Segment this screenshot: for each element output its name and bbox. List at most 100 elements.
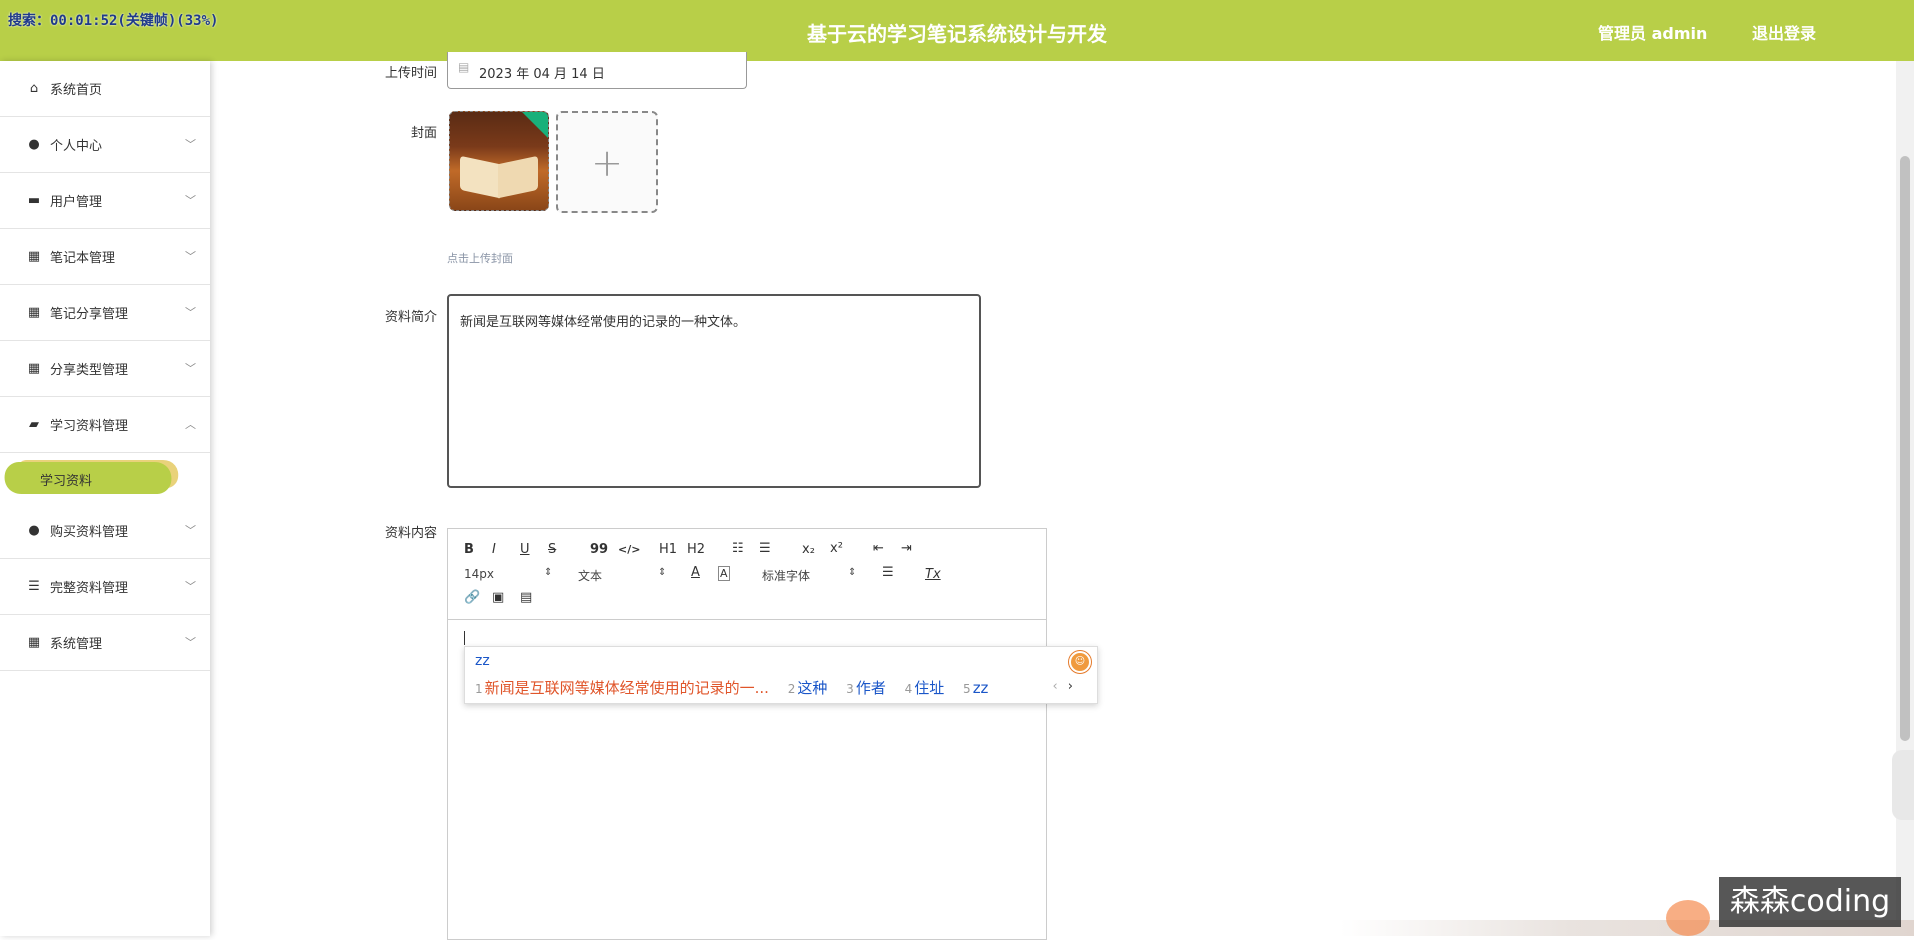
sidebar-item-label: 系统管理: [50, 637, 103, 652]
upload-time-input[interactable]: ▤ 2023 年 04 月 14 日: [447, 52, 747, 89]
sidebar-item-system-management[interactable]: ▦ 系统管理 ﹀: [0, 615, 210, 671]
font-family-select[interactable]: 标准字体 ⇕: [762, 567, 856, 584]
ime-candidate[interactable]: 3 作者: [846, 679, 886, 697]
summary-textarea[interactable]: 新闻是互联网等媒体经常使用的记录的一种文体。: [447, 294, 981, 488]
image-icon[interactable]: ▣: [492, 590, 504, 605]
sidebar-item-label: 个人中心: [50, 139, 103, 154]
video-icon[interactable]: ▤: [520, 590, 532, 605]
plus-icon: +: [591, 141, 623, 185]
code-block-button[interactable]: </>: [618, 543, 640, 556]
sidebar-item-label: 笔记分享管理: [50, 307, 129, 322]
outdent-icon[interactable]: ⇤: [873, 541, 884, 556]
sidebar-item-full-material-management[interactable]: ☰ 完整资料管理 ﹀: [0, 559, 210, 615]
briefcase-icon: ▬: [27, 193, 41, 208]
ime-candidate[interactable]: 2 这种: [788, 679, 828, 697]
summary-label: 资料简介: [384, 310, 437, 325]
align-icon[interactable]: ☰: [882, 565, 894, 580]
bullet-list-icon[interactable]: ☰: [759, 541, 771, 556]
sidebar-item-notebook-management[interactable]: ▦ 笔记本管理 ﹀: [0, 229, 210, 285]
user-icon: ●: [28, 523, 40, 538]
sidebar-item-share-type-management[interactable]: ▦ 分享类型管理 ﹀: [0, 341, 210, 397]
chevron-down-icon: ﹀: [185, 362, 196, 375]
sidebar-item-label: 用户管理: [50, 195, 103, 210]
sidebar-item-user-management[interactable]: ▬ 用户管理 ﹀: [0, 173, 210, 229]
upload-time-label: 上传时间: [384, 66, 437, 81]
chevron-down-icon: ﹀: [185, 580, 196, 593]
ime-composition: zz: [475, 653, 490, 669]
clear-format-button[interactable]: Tx: [925, 567, 941, 582]
cover-thumbnail[interactable]: [449, 111, 549, 211]
sidebar-item-label: 系统首页: [50, 83, 103, 98]
heading-2-button[interactable]: H2: [687, 542, 705, 557]
sidebar-item-label: 学习资料管理: [50, 419, 129, 434]
underline-button[interactable]: U: [520, 542, 530, 557]
grid-icon: ▦: [27, 305, 41, 320]
scrollbar-thumb[interactable]: [1900, 156, 1910, 741]
sidebar: ⌂ 系统首页 ● 个人中心 ﹀ ▬ 用户管理 ﹀ ▦ 笔记本管理 ﹀ ▦ 笔记分…: [0, 61, 210, 936]
top-bar: 搜索：00:01:52(关键帧)(33%) 基于云的学习笔记系统设计与开发 管理…: [0, 0, 1914, 61]
grid-icon: ▦: [27, 249, 41, 264]
ime-candidates: 1 新闻是互联网等媒体经常使用的记录的一... 2 这种 3 作者 4 住址 5 zz: [475, 677, 1002, 698]
ime-logo-icon: ☺: [1069, 651, 1091, 673]
sidebar-item-label: 笔记本管理: [50, 251, 116, 266]
chevron-up-icon: ︿: [185, 418, 196, 431]
text-format-select[interactable]: 文本 ⇕: [578, 567, 666, 584]
font-color-icon[interactable]: A: [691, 565, 700, 580]
bold-button[interactable]: B: [464, 542, 474, 557]
upload-time-value: 2023 年 04 月 14 日: [479, 67, 605, 82]
select-arrows-icon: ⇕: [658, 567, 667, 578]
sidebar-item-purchase-material-management[interactable]: ● 购买资料管理 ﹀: [0, 503, 210, 559]
watermark: 森森coding: [1719, 877, 1901, 927]
sidebar-subitem-label: 学习资料: [40, 474, 93, 489]
chevron-down-icon: ﹀: [185, 306, 196, 319]
indent-icon[interactable]: ⇥: [901, 541, 912, 556]
italic-button[interactable]: I: [492, 542, 496, 557]
heading-1-button[interactable]: H1: [659, 542, 677, 557]
sidebar-item-personal-center[interactable]: ● 个人中心 ﹀: [0, 117, 210, 173]
sidebar-item-label: 完整资料管理: [50, 581, 129, 596]
superscript-button[interactable]: x²: [830, 541, 843, 556]
user-icon: ●: [28, 137, 40, 152]
subscript-button[interactable]: x₂: [802, 542, 815, 557]
ime-candidate[interactable]: 1 新闻是互联网等媒体经常使用的记录的一...: [475, 679, 769, 697]
rich-text-editor: B I U S 99 </> H1 H2 ☷ ☰ x₂ x² ⇤ ⇥ 14px …: [447, 528, 1047, 940]
ordered-list-icon[interactable]: ☷: [732, 541, 744, 556]
list-icon: ☰: [28, 579, 40, 594]
uploaded-badge-icon: [522, 112, 548, 138]
cover-upload-button[interactable]: +: [556, 111, 658, 213]
ime-candidate[interactable]: 4 住址: [905, 679, 945, 697]
select-arrows-icon: ⇕: [544, 567, 553, 578]
content-label: 资料内容: [384, 526, 437, 541]
chevron-down-icon: ﹀: [185, 250, 196, 263]
sidebar-item-note-share-management[interactable]: ▦ 笔记分享管理 ﹀: [0, 285, 210, 341]
chevron-down-icon: ﹀: [185, 194, 196, 207]
calendar-icon: ▤: [458, 60, 470, 74]
text-caret: [464, 631, 465, 645]
cover-upload-hint: 点击上传封面: [447, 252, 513, 265]
sidebar-subitem-study-material[interactable]: 学习资料: [0, 453, 210, 503]
sidebar-item-study-material-management[interactable]: ▰ 学习资料管理 ︿: [0, 397, 210, 453]
folder-icon: ▰: [29, 417, 39, 432]
chevron-down-icon: ﹀: [185, 138, 196, 151]
sidebar-item-label: 购买资料管理: [50, 525, 129, 540]
side-edge-handle: [1892, 750, 1914, 820]
grid-icon: ▦: [27, 635, 41, 650]
sidebar-item-home[interactable]: ⌂ 系统首页: [0, 61, 210, 117]
ime-candidate[interactable]: 5 zz: [963, 679, 988, 697]
link-icon[interactable]: 🔗: [464, 590, 480, 605]
logout-link[interactable]: 退出登录: [1752, 20, 1816, 44]
chevron-down-icon: ﹀: [185, 636, 196, 649]
background-color-icon[interactable]: A: [718, 566, 730, 581]
home-icon: ⌂: [29, 81, 39, 96]
next-page-icon[interactable]: ›: [1068, 679, 1073, 694]
strikethrough-button[interactable]: S: [548, 542, 556, 557]
prev-page-icon[interactable]: ‹: [1052, 679, 1057, 694]
select-arrows-icon: ⇕: [848, 567, 857, 578]
text-format-value: 文本: [578, 569, 603, 583]
chevron-down-icon: ﹀: [185, 524, 196, 537]
grid-icon: ▦: [27, 361, 41, 376]
cover-label: 封面: [410, 126, 437, 141]
blockquote-button[interactable]: 99: [590, 542, 608, 557]
editor-toolbar: B I U S 99 </> H1 H2 ☷ ☰ x₂ x² ⇤ ⇥ 14px …: [448, 529, 1046, 620]
font-size-select[interactable]: 14px ⇕: [464, 567, 552, 581]
